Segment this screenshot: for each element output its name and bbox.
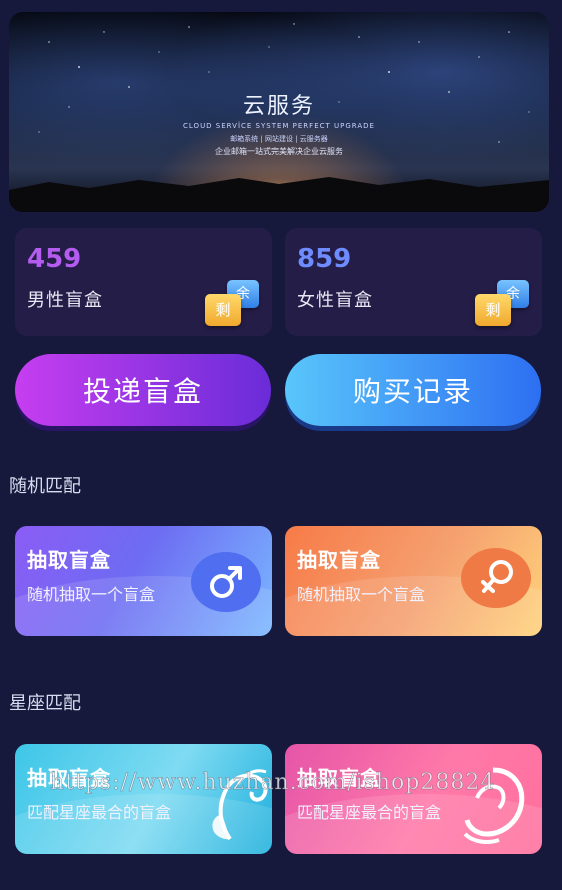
zodiac-match-heading: 星座匹配 [9, 693, 81, 714]
male-box-label: 男性盲盒 [27, 290, 103, 311]
female-box-count: 859 [297, 244, 352, 274]
remaining-badge-bottom: 剩 [205, 294, 241, 326]
banner-subtitle-services: 邮箱系统 | 网站建设 | 云服务器 [230, 135, 328, 143]
aries-portrait-icon [212, 769, 268, 841]
zodiac-match-card-aries[interactable]: 抽取盲盒 匹配星座最合的盲盒 [15, 744, 272, 854]
male-icon [191, 552, 261, 612]
female-icon [461, 548, 531, 608]
female-box-label: 女性盲盒 [297, 290, 373, 311]
draw-female-box-card[interactable]: 抽取盲盒 随机抽取一个盲盒 [285, 526, 542, 636]
random-match-heading: 随机匹配 [9, 476, 81, 497]
watermark-text: https://www.huzhan.com/ishop28824 [50, 770, 496, 796]
promo-banner[interactable]: 云服务 CLOUD SERVICE SYSTEM PERFECT UPGRADE… [9, 12, 549, 212]
male-box-count: 459 [27, 244, 82, 274]
banner-subtitle-en: CLOUD SERVICE SYSTEM PERFECT UPGRADE [183, 122, 375, 130]
card-subtitle: 随机抽取一个盲盒 [297, 585, 426, 604]
send-box-button[interactable]: 投递盲盒 [15, 354, 271, 426]
card-subtitle: 随机抽取一个盲盒 [27, 585, 156, 604]
card-subtitle: 匹配星座最合的盲盒 [27, 803, 172, 822]
male-box-stat: 459 男性盲盒 余 剩 [15, 228, 272, 336]
zodiac-match-card-virgo[interactable]: 抽取盲盒 匹配星座最合的盲盒 [285, 744, 542, 854]
female-box-stat: 859 女性盲盒 余 剩 [285, 228, 542, 336]
purchase-history-button[interactable]: 购买记录 [285, 354, 541, 426]
card-title: 抽取盲盒 [297, 548, 381, 572]
draw-male-box-card[interactable]: 抽取盲盒 随机抽取一个盲盒 [15, 526, 272, 636]
card-title: 抽取盲盒 [27, 548, 111, 572]
remaining-badge-bottom: 剩 [475, 294, 511, 326]
card-subtitle: 匹配星座最合的盲盒 [297, 803, 442, 822]
banner-slogan: 企业邮箱一站式完美解决企业云服务 [215, 147, 343, 156]
banner-title: 云服务 [242, 94, 315, 119]
